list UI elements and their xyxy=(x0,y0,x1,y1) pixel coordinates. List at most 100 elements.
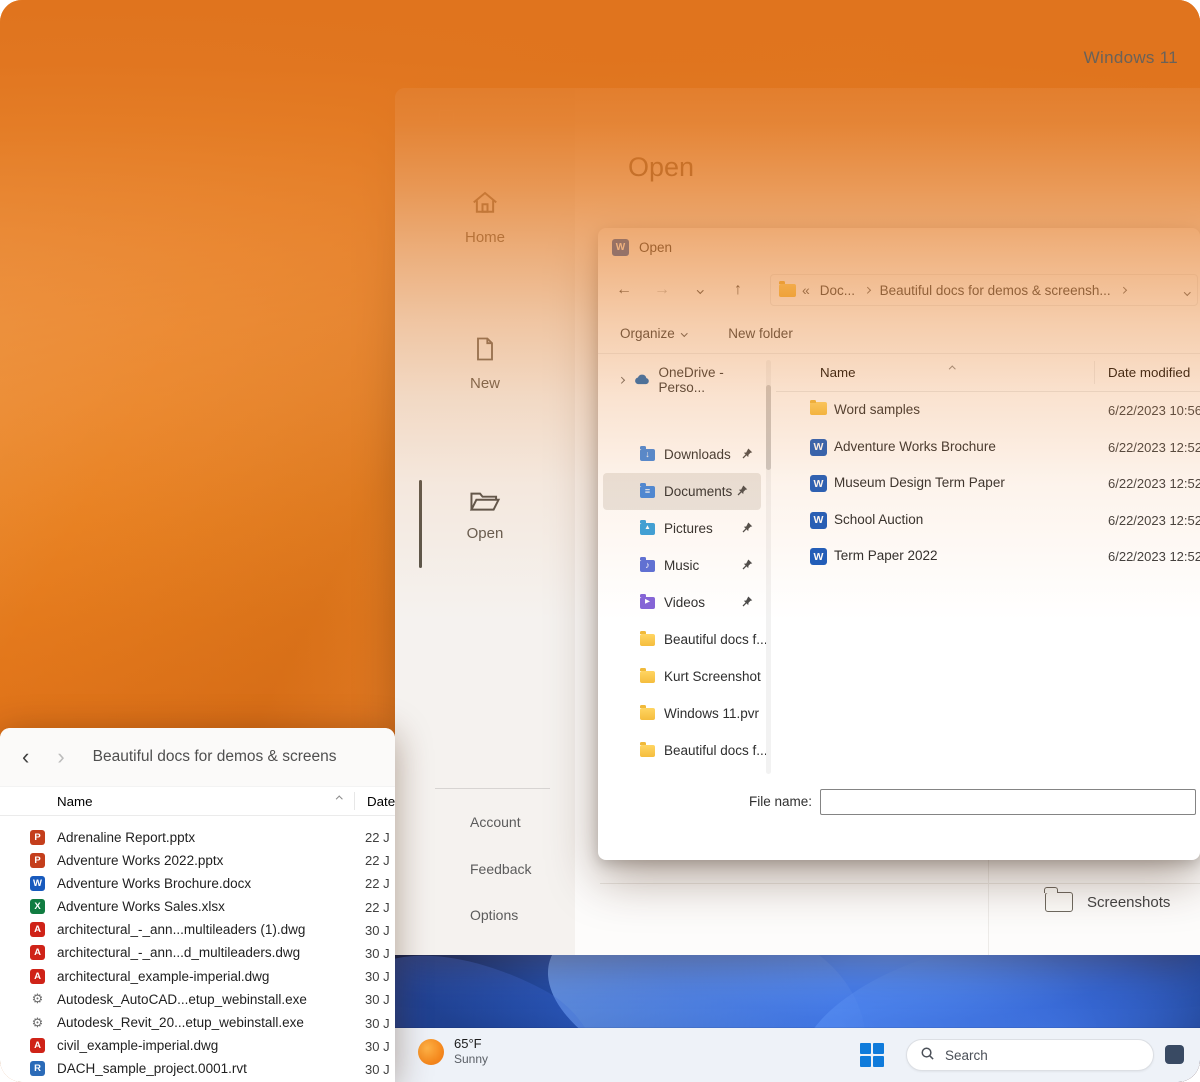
tree-item-label: Videos xyxy=(664,595,705,610)
backstage-nav-options[interactable]: Options xyxy=(470,907,518,923)
new-folder-button[interactable]: New folder xyxy=(728,326,793,341)
column-header-date-modified[interactable]: Date modified xyxy=(1108,365,1190,380)
file-row[interactable]: ⚙ Autodesk_AutoCAD...etup_webinstall.exe… xyxy=(0,988,395,1011)
file-row[interactable]: ⚙ Autodesk_Revit_20...etup_webinstall.ex… xyxy=(0,1012,395,1035)
dialog-titlebar[interactable]: W Open xyxy=(598,228,1200,266)
file-date: 22 J xyxy=(365,853,390,868)
tree-item-label: Windows 11.pvr xyxy=(664,706,759,721)
powerpoint-file-icon: P xyxy=(30,830,45,845)
file-name: Adrenaline Report.pptx xyxy=(57,830,195,845)
file-name: Adventure Works Brochure.docx xyxy=(57,876,251,891)
word-app-icon: W xyxy=(612,239,629,256)
tree-scrollbar-track[interactable] xyxy=(766,360,771,774)
backstage-nav-home[interactable]: Home xyxy=(395,188,575,246)
file-row[interactable]: A architectural_-_ann...multileaders (1)… xyxy=(0,919,395,942)
backstage-footer-divider xyxy=(435,788,550,789)
column-header-name[interactable]: Name xyxy=(57,794,93,809)
tree-scrollbar-thumb[interactable] xyxy=(766,385,771,470)
tree-item-folder[interactable]: Kurt Screenshot xyxy=(598,658,766,695)
file-row[interactable]: W Museum Design Term Paper 6/22/2023 12:… xyxy=(776,465,1200,502)
backstage-nav-feedback[interactable]: Feedback xyxy=(470,861,531,877)
file-row[interactable]: W Term Paper 2022 6/22/2023 12:52 xyxy=(776,538,1200,575)
tree-item-music[interactable]: ♪ Music xyxy=(598,547,766,584)
breadcrumb-item-documents[interactable]: Doc... xyxy=(816,283,859,298)
backstage-nav-account[interactable]: Account xyxy=(470,814,521,830)
file-date: 6/22/2023 12:52 xyxy=(1108,440,1200,455)
file-row[interactable]: P Adrenaline Report.pptx 22 J xyxy=(0,826,395,849)
file-row[interactable]: W School Auction 6/22/2023 12:52 xyxy=(776,502,1200,539)
pin-icon xyxy=(742,447,753,462)
navigation-pane: OneDrive - Perso... ↓ Downloads ≡ Docume… xyxy=(598,354,766,780)
file-row[interactable]: P Adventure Works 2022.pptx 22 J xyxy=(0,849,395,872)
back-button[interactable]: ‹ xyxy=(16,742,35,772)
file-name: civil_example-imperial.dwg xyxy=(57,1038,218,1053)
file-date: 30 J xyxy=(365,1016,390,1031)
word-file-icon: W xyxy=(810,512,827,529)
forward-button[interactable]: → xyxy=(648,276,676,304)
tree-item-folder[interactable]: Beautiful docs f... xyxy=(598,621,766,658)
file-row[interactable]: Word samples 6/22/2023 10:56 xyxy=(776,392,1200,429)
dialog-toolbar: Organize New folder xyxy=(598,314,1200,354)
dialog-navigation-row: ← → ↑ « Doc... Beautiful docs for demos … xyxy=(598,266,1200,314)
file-row[interactable]: A architectural_-_ann...d_multileaders.d… xyxy=(0,942,395,965)
column-header-name[interactable]: Name xyxy=(820,365,856,380)
file-row[interactable]: W Adventure Works Brochure 6/22/2023 12:… xyxy=(776,429,1200,466)
column-resize-handle[interactable] xyxy=(1094,361,1095,384)
start-button[interactable] xyxy=(860,1043,884,1067)
address-dropdown-button[interactable] xyxy=(1185,281,1190,299)
tree-item-downloads[interactable]: ↓ Downloads xyxy=(598,436,766,473)
breadcrumb-item-current[interactable]: Beautiful docs for demos & screensh... xyxy=(876,283,1115,298)
backstage-nav-label: Home xyxy=(395,229,575,246)
windows-version-watermark: Windows 11 xyxy=(1084,48,1178,68)
organize-button[interactable]: Organize xyxy=(620,326,686,341)
breadcrumb-chevron[interactable] xyxy=(1119,288,1128,293)
screenshots-folder-item[interactable]: Screenshots xyxy=(1045,892,1170,912)
explorer-file-list: P Adrenaline Report.pptx 22 J P Adventur… xyxy=(0,816,395,1081)
column-resize-handle[interactable] xyxy=(354,792,355,810)
file-row[interactable]: A architectural_example-imperial.dwg 30 … xyxy=(0,965,395,988)
file-name: Adventure Works Brochure xyxy=(834,439,996,454)
column-header-date[interactable]: Date xyxy=(367,794,395,809)
file-date: 6/22/2023 12:52 xyxy=(1108,549,1200,564)
up-button[interactable]: ↑ xyxy=(724,276,752,304)
tree-item-folder[interactable]: Beautiful docs f... xyxy=(598,732,766,769)
breadcrumb-chevron[interactable] xyxy=(863,288,872,293)
file-row[interactable]: X Adventure Works Sales.xlsx 22 J xyxy=(0,896,395,919)
backstage-nav-label: Open xyxy=(395,525,575,542)
file-name-input[interactable] xyxy=(820,789,1196,815)
tree-item-pictures[interactable]: ▲ Pictures xyxy=(598,510,766,547)
expand-chevron-icon xyxy=(618,377,624,383)
dwg-file-icon: A xyxy=(30,945,45,960)
widgets-tray-icon[interactable] xyxy=(1165,1045,1184,1064)
chevron-right-icon xyxy=(1120,287,1126,293)
taskbar-search-box[interactable]: Search xyxy=(906,1039,1154,1071)
backstage-nav-new[interactable]: New xyxy=(395,334,575,392)
dwg-file-icon: A xyxy=(30,1038,45,1053)
address-bar[interactable]: « Doc... Beautiful docs for demos & scre… xyxy=(770,274,1198,306)
file-row[interactable]: R DACH_sample_project.0001.rvt 30 J xyxy=(0,1058,395,1081)
explorer-titlebar[interactable]: ‹ › Beautiful docs for demos & screens xyxy=(0,728,395,786)
backstage-nav-open[interactable]: Open xyxy=(395,488,575,542)
powerpoint-file-icon: P xyxy=(30,853,45,868)
breadcrumb-overflow-button[interactable]: « xyxy=(800,282,812,298)
tree-item-documents[interactable]: ≡ Documents xyxy=(603,473,761,510)
file-date: 22 J xyxy=(365,830,390,845)
back-button[interactable]: ← xyxy=(610,276,638,304)
tree-item-videos[interactable]: ▶ Videos xyxy=(598,584,766,621)
tree-item-onedrive[interactable]: OneDrive - Perso... xyxy=(598,366,766,394)
chevron-down-icon xyxy=(681,330,687,336)
folder-icon xyxy=(779,284,796,297)
tree-item-label: Beautiful docs f... xyxy=(664,632,766,647)
tree-item-folder[interactable]: Windows 11.pvr xyxy=(598,695,766,732)
forward-button[interactable]: › xyxy=(51,742,70,772)
sun-icon xyxy=(418,1039,444,1065)
recent-locations-button[interactable] xyxy=(686,276,714,304)
file-row[interactable]: W Adventure Works Brochure.docx 22 J xyxy=(0,872,395,895)
new-folder-label: New folder xyxy=(728,326,793,341)
music-icon: ♪ xyxy=(640,560,655,572)
backstage-nav-label: New xyxy=(395,375,575,392)
weather-widget[interactable]: 65°F Sunny xyxy=(418,1036,488,1067)
file-row[interactable]: A civil_example-imperial.dwg 30 J xyxy=(0,1035,395,1058)
file-name: architectural_-_ann...d_multileaders.dwg xyxy=(57,945,300,960)
folder-icon xyxy=(640,634,655,646)
